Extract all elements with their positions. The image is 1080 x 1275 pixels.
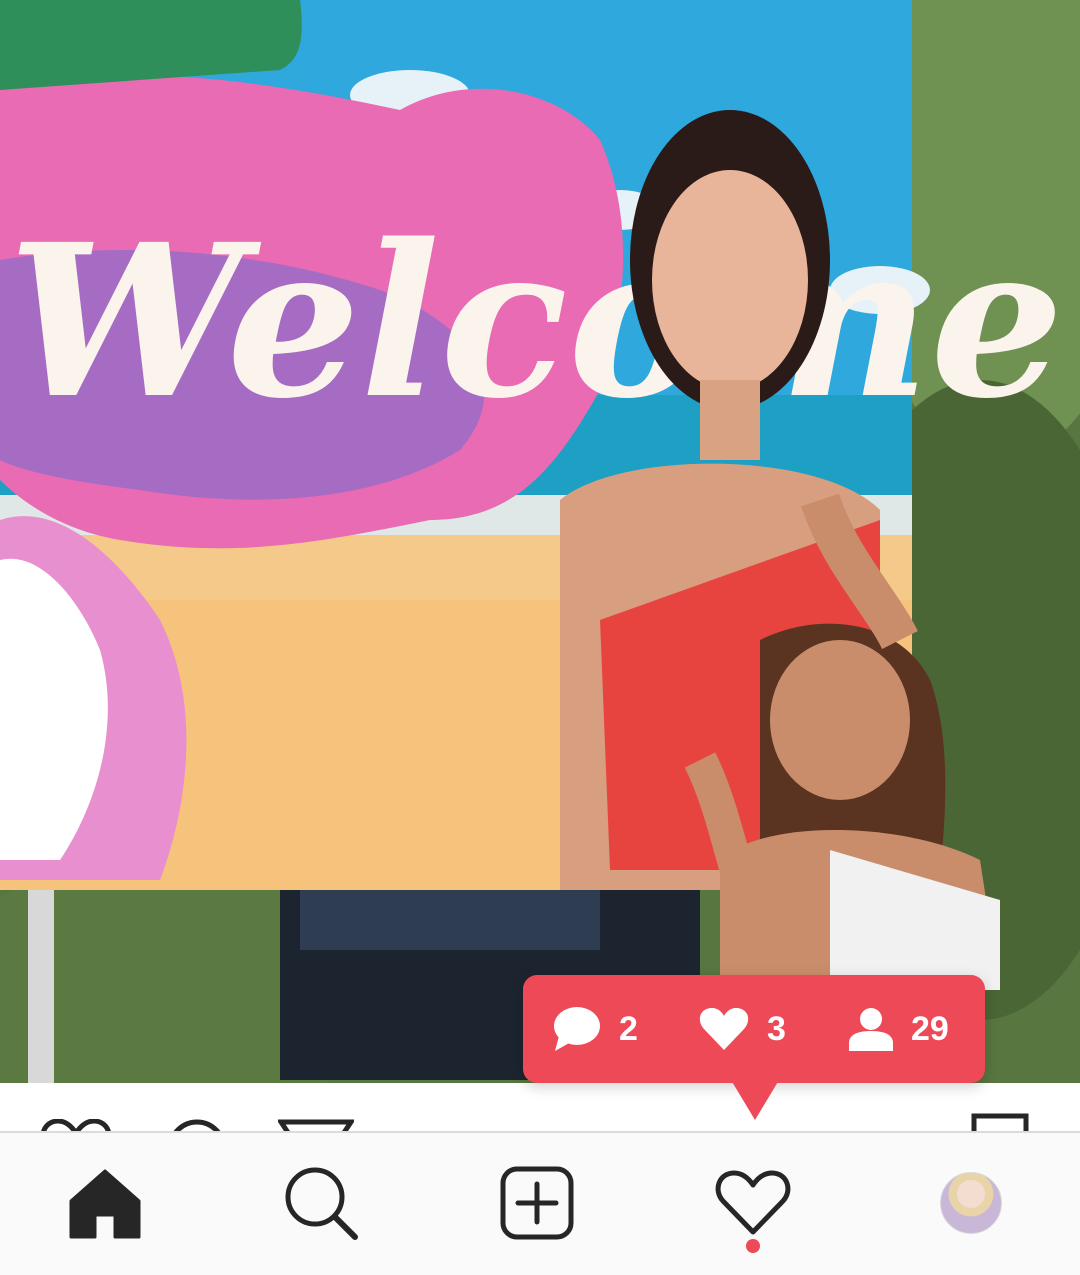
tab-search[interactable] [281, 1163, 361, 1243]
home-icon [69, 1169, 141, 1239]
tab-profile-avatar[interactable] [940, 1172, 1002, 1234]
post-photo[interactable]: Welcome [0, 0, 1080, 1083]
comments-count: 2 [619, 1009, 638, 1048]
welcome-sign-text: Welcome [8, 198, 1064, 445]
likes-count: 3 [767, 1009, 786, 1048]
bottom-tab-bar [0, 1131, 1080, 1275]
bookmark-icon[interactable] [970, 1113, 1030, 1131]
heart-icon [699, 1007, 749, 1051]
post-action-row [0, 1083, 1080, 1131]
likes-stat: 3 [699, 975, 786, 1083]
share-icon[interactable] [276, 1119, 356, 1131]
heart-outline-icon [715, 1170, 791, 1235]
comments-stat: 2 [553, 975, 638, 1083]
comment-icon[interactable] [165, 1119, 229, 1131]
photo-illustration: Welcome [0, 0, 1080, 1083]
popup-pointer [731, 1080, 779, 1120]
tab-new-post[interactable] [497, 1163, 577, 1243]
search-icon [285, 1167, 358, 1240]
followers-stat: 29 [849, 975, 949, 1083]
heart-icon[interactable] [40, 1118, 112, 1131]
person-icon [849, 1007, 893, 1051]
tab-activity[interactable] [713, 1163, 793, 1243]
activity-notification-dot [746, 1239, 760, 1253]
add-post-icon [500, 1166, 574, 1240]
comment-icon [553, 1006, 601, 1052]
tab-home[interactable] [65, 1163, 145, 1243]
activity-notification-popup[interactable]: 2 3 29 [523, 975, 985, 1083]
followers-count: 29 [911, 1009, 949, 1048]
